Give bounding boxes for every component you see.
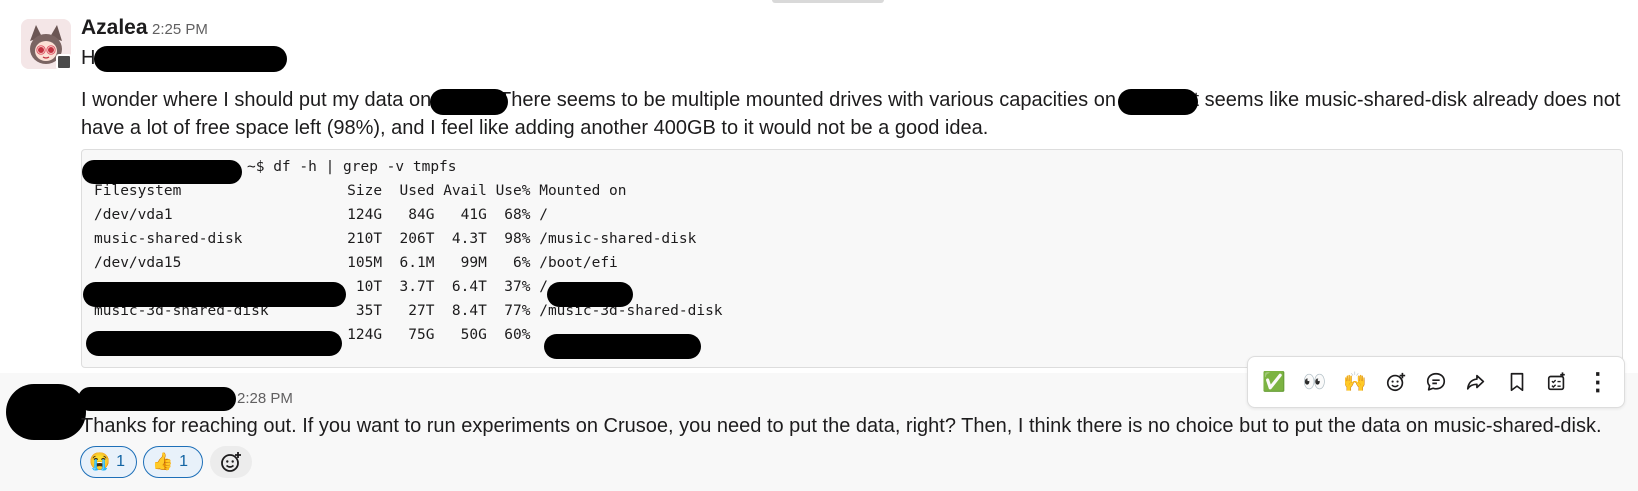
add-reaction-toolbar-button[interactable] [1379,365,1413,399]
raised-hands-icon: 🙌 [1343,372,1367,393]
redacted-block [83,282,346,307]
add-reaction-icon [1386,372,1405,392]
message-timestamp[interactable]: 2:25 PM [152,21,208,38]
bookmark-icon [1510,372,1524,392]
top-scroll-indicator [772,0,884,3]
message-text-part: It seems like music-shared-disk already … [1188,89,1621,111]
add-to-list-button[interactable] [1540,365,1574,399]
message-author[interactable]: Azalea [81,16,148,40]
message-text-part: There seems to be multiple mounted drive… [499,89,1116,111]
more-actions-button[interactable]: ⋮ [1581,365,1615,399]
redacted-author-name[interactable] [78,387,236,411]
redacted-block [82,160,242,184]
code-prompt: ~$ df -h | grep -v tmpfs [247,159,457,175]
forward-message-button[interactable] [1459,365,1493,399]
list-add-icon [1548,372,1566,391]
add-reaction-icon [221,452,241,472]
code-table-header: Filesystem Size Used Avail Use% Mounted … [94,183,627,199]
eyes-react-button[interactable]: 👀 [1298,365,1332,399]
reaction-count: 1 [116,453,126,470]
reaction-count: 1 [179,453,189,470]
check-mark-react-button[interactable]: ✅ [1257,365,1291,399]
forward-icon [1467,374,1485,390]
raised-hands-react-button[interactable]: 🙌 [1338,365,1372,399]
more-actions-icon: ⋮ [1585,368,1610,396]
add-reaction-button[interactable] [210,446,252,478]
check-mark-icon: ✅ [1262,372,1287,393]
redacted-avatar[interactable] [6,384,86,440]
code-row: music-shared-disk 210T 206T 4.3T 98% /mu… [94,231,697,247]
message-text-part: have a lot of free space left (98%), and… [81,117,989,139]
message-actions-toolbar: ✅ 👀 🙌 ⋮ [1247,356,1625,408]
redacted-block [544,334,701,359]
redacted-block [430,89,508,115]
reply-thread-icon [1426,372,1446,391]
redacted-block [94,46,287,72]
code-row: /dev/vda1 124G 84G 41G 68% / [94,207,548,223]
thumbs-up-icon: 👍 [152,452,174,471]
reaction-pill-crying[interactable]: 😭 1 [80,446,137,478]
redacted-block [547,282,633,307]
crying-face-icon: 😭 [89,452,111,471]
code-row: /dev/vda15 105M 6.1M 99M 6% /boot/efi [94,255,618,271]
reply-in-thread-button[interactable] [1419,365,1453,399]
message-body: Thanks for reaching out. If you want to … [81,415,1602,437]
redacted-block [1118,89,1198,115]
presence-status-icon [56,54,72,70]
save-for-later-button[interactable] [1500,365,1534,399]
message-timestamp[interactable]: 2:28 PM [237,390,293,407]
eyes-icon: 👀 [1302,372,1327,393]
reaction-pill-thumbs-up[interactable]: 👍 1 [143,446,203,478]
redacted-block [86,331,342,356]
message-text-part: I wonder where I should put my data on [81,89,432,111]
